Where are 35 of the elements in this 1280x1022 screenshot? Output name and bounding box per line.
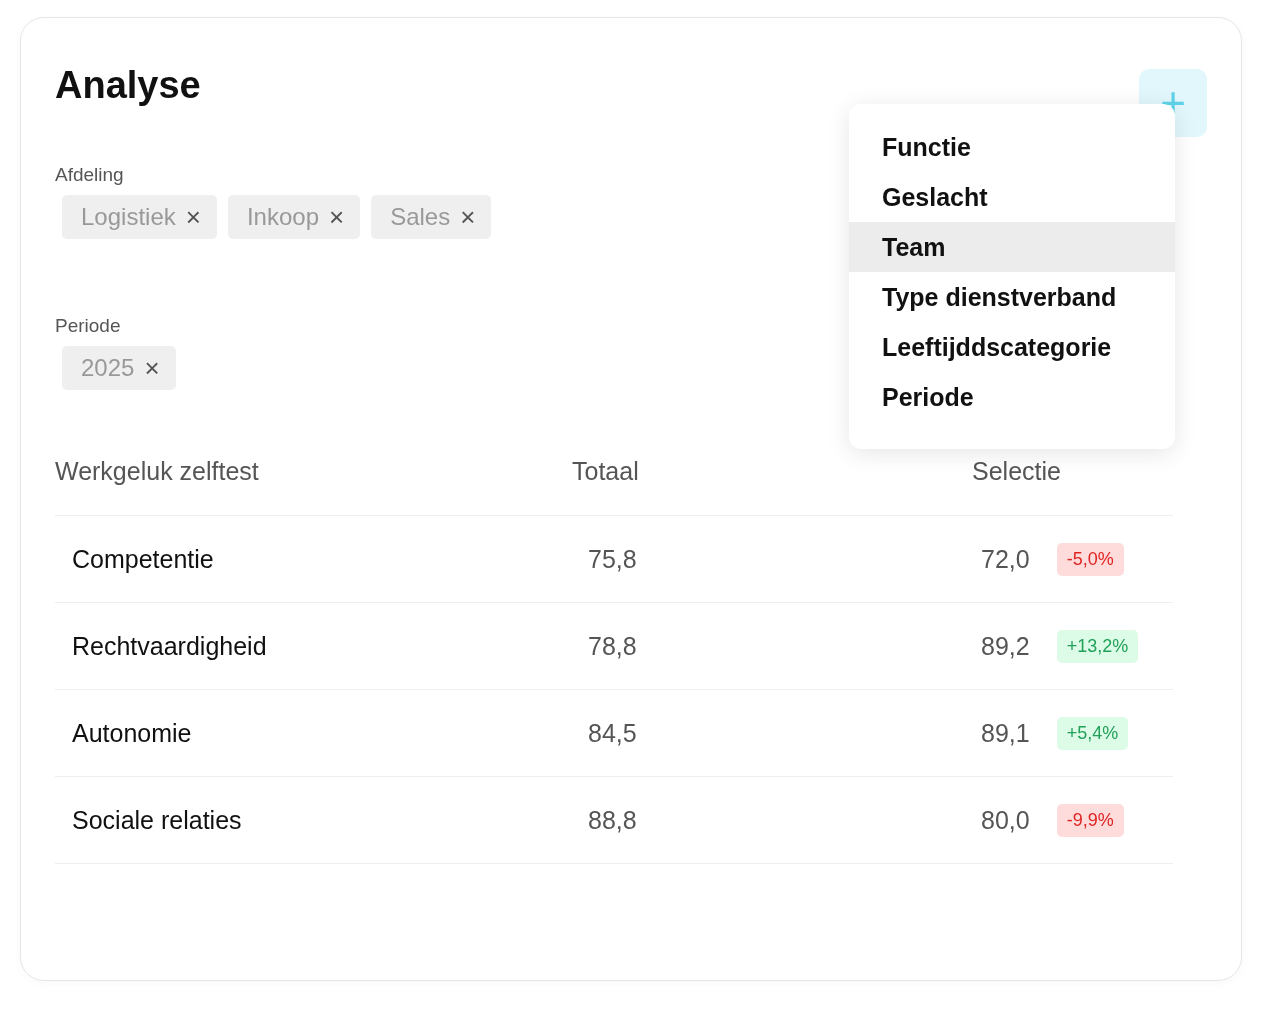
change-badge: -9,9% xyxy=(1056,803,1124,837)
total-value: 88,8 xyxy=(587,805,638,835)
change-badge: +5,4% xyxy=(1056,716,1129,750)
change-badge: -5,0% xyxy=(1056,542,1124,576)
menu-item[interactable]: Periode xyxy=(849,372,1175,422)
total-value: 84,5 xyxy=(587,718,638,748)
filter-chip[interactable]: 2025 × xyxy=(62,346,176,390)
column-header: Selectie xyxy=(972,457,1062,486)
selection-value: 80,0 xyxy=(981,805,1030,835)
page-title: Analyse xyxy=(55,64,201,107)
row-label: Autonomie xyxy=(71,718,193,748)
filter-label: Afdeling xyxy=(55,164,125,186)
change-badge: +13,2% xyxy=(1056,629,1139,663)
menu-item[interactable]: Geslacht xyxy=(849,172,1175,222)
column-header: Werkgeluk zelftest xyxy=(55,457,260,486)
filter-chip[interactable]: Inkoop × xyxy=(227,195,361,239)
row-label: Sociale relaties xyxy=(71,805,243,835)
selection-value: 89,1 xyxy=(981,718,1030,748)
remove-icon[interactable]: × xyxy=(329,204,345,230)
selection-value: 72,0 xyxy=(981,544,1030,574)
remove-icon[interactable]: × xyxy=(144,355,160,381)
selection-value: 89,2 xyxy=(981,631,1030,661)
menu-item[interactable]: Leeftijddscategorie xyxy=(849,322,1175,372)
menu-item[interactable]: Team xyxy=(849,222,1175,272)
column-header: Totaal xyxy=(572,457,640,486)
total-value: 75,8 xyxy=(587,544,638,574)
total-value: 78,8 xyxy=(587,631,638,661)
row-label: Rechtvaardigheid xyxy=(71,631,268,661)
remove-icon[interactable]: × xyxy=(185,204,201,230)
row-label: Competentie xyxy=(71,544,215,574)
filter-chip[interactable]: Sales × xyxy=(371,195,492,239)
filter-chip[interactable]: Logistiek × xyxy=(62,195,217,239)
filter-label: Periode xyxy=(55,315,122,337)
menu-item[interactable]: Type dienstverband xyxy=(849,272,1175,322)
remove-icon[interactable]: × xyxy=(460,204,476,230)
